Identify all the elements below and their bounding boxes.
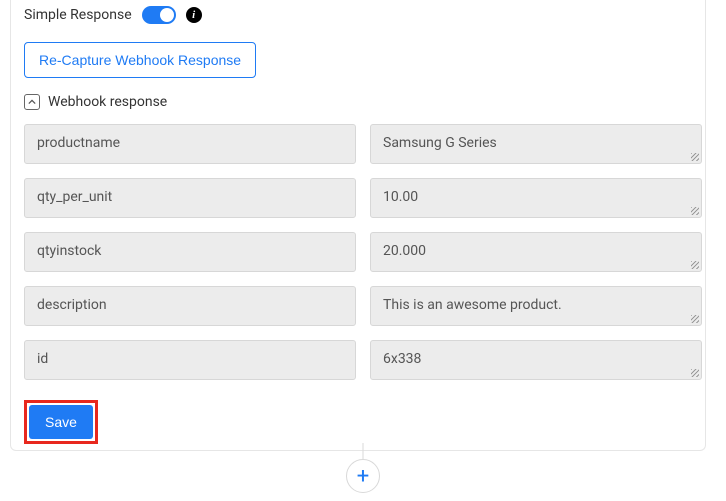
simple-response-toggle[interactable] bbox=[142, 6, 176, 24]
field-value[interactable]: 20.000 bbox=[370, 232, 702, 272]
info-icon[interactable]: i bbox=[186, 7, 202, 23]
toggle-knob bbox=[160, 8, 174, 22]
field-row: qty_per_unit 10.00 bbox=[24, 178, 702, 218]
field-value[interactable]: 10.00 bbox=[370, 178, 702, 218]
field-key[interactable]: id bbox=[24, 340, 356, 380]
field-row: description This is an awesome product. bbox=[24, 286, 702, 326]
field-row: qtyinstock 20.000 bbox=[24, 232, 702, 272]
section-title: Webhook response bbox=[48, 94, 167, 110]
fields-list: productname Samsung G Series qty_per_uni… bbox=[24, 124, 702, 380]
save-button[interactable]: Save bbox=[29, 405, 93, 439]
field-key[interactable]: description bbox=[24, 286, 356, 326]
field-row: id 6x338 bbox=[24, 340, 702, 380]
field-value[interactable]: 6x338 bbox=[370, 340, 702, 380]
field-key[interactable]: qty_per_unit bbox=[24, 178, 356, 218]
field-key[interactable]: productname bbox=[24, 124, 356, 164]
add-node-button[interactable]: + bbox=[346, 459, 380, 493]
chevron-up-icon bbox=[28, 98, 36, 106]
field-row: productname Samsung G Series bbox=[24, 124, 702, 164]
save-highlight: Save bbox=[24, 400, 98, 444]
field-key[interactable]: qtyinstock bbox=[24, 232, 356, 272]
field-value[interactable]: This is an awesome product. bbox=[370, 286, 702, 326]
collapse-toggle[interactable] bbox=[24, 94, 40, 110]
header-row: Simple Response i bbox=[24, 6, 702, 24]
header-title: Simple Response bbox=[24, 7, 132, 23]
main-container: Simple Response i Re-Capture Webhook Res… bbox=[0, 0, 726, 468]
recapture-webhook-button[interactable]: Re-Capture Webhook Response bbox=[24, 42, 256, 78]
section-header: Webhook response bbox=[24, 94, 702, 110]
field-value[interactable]: Samsung G Series bbox=[370, 124, 702, 164]
